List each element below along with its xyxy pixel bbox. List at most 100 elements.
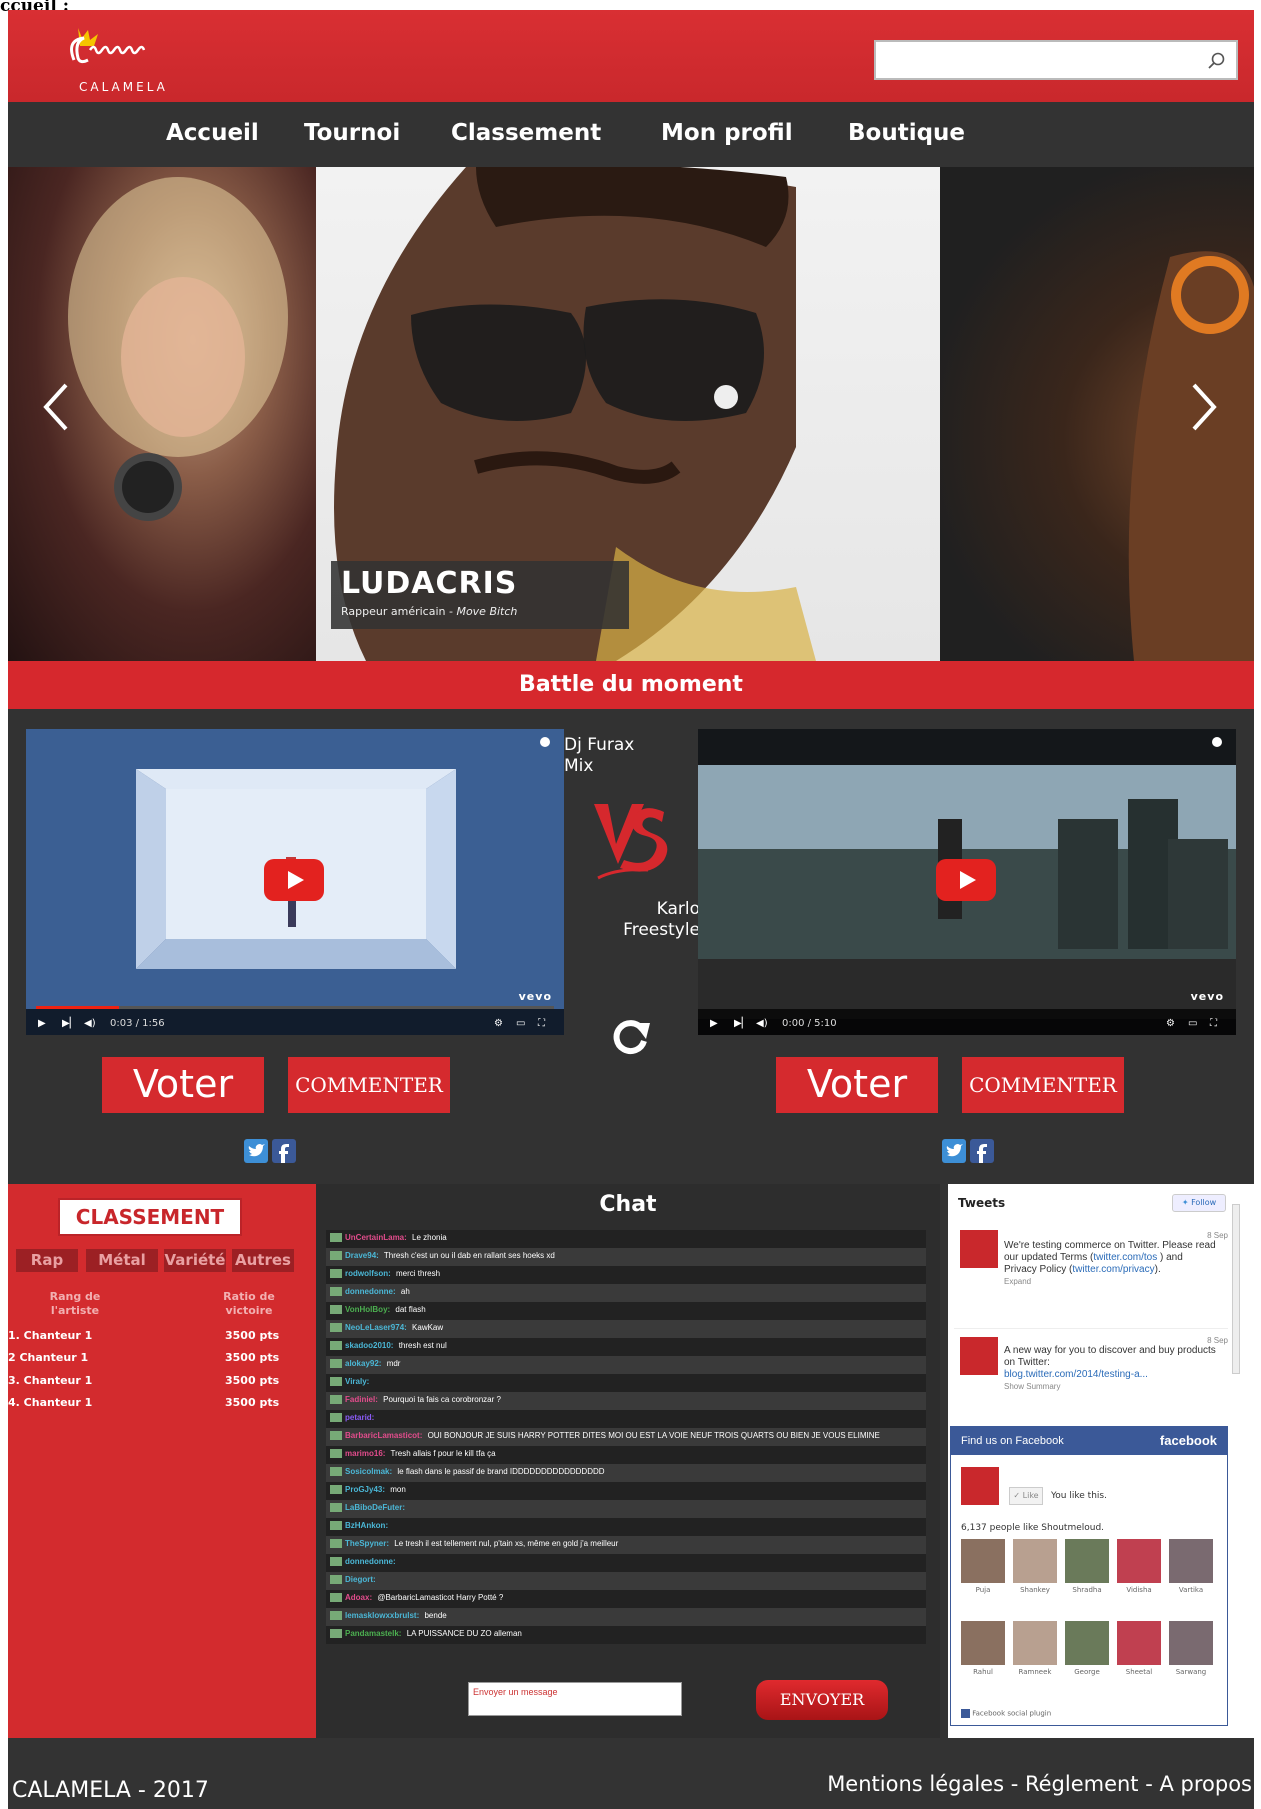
chat-message: marimo16: Tresh allais f pour le kill tf…	[326, 1446, 926, 1464]
link-mentions-legales[interactable]: Mentions légales	[827, 1772, 1004, 1796]
tweet-link[interactable]: twitter.com/tos	[1093, 1252, 1157, 1263]
chat-username[interactable]: Sosicolmak:	[345, 1467, 392, 1476]
chat-username[interactable]: petarid:	[345, 1413, 374, 1422]
tab-rap[interactable]: Rap	[16, 1249, 78, 1272]
info-icon[interactable]	[540, 737, 550, 747]
skip-icon[interactable]: ▶▏	[734, 1018, 749, 1029]
settings-icon[interactable]: ⚙	[494, 1018, 503, 1029]
chat-message-input[interactable]: Envoyer un message	[468, 1682, 682, 1716]
twitter-icon[interactable]	[244, 1139, 268, 1163]
chat-username[interactable]: alokay92:	[345, 1359, 381, 1368]
fullscreen-icon[interactable]: ⛶	[538, 1018, 545, 1029]
play-button[interactable]	[936, 859, 996, 901]
play-button[interactable]	[264, 859, 324, 901]
chat-messages[interactable]: UnCertainLama: Le zhonia Drave94: Thresh …	[326, 1230, 926, 1644]
chat-username[interactable]: Viraly:	[345, 1377, 369, 1386]
volume-icon[interactable]: ◀)	[756, 1018, 768, 1029]
refresh-icon[interactable]	[608, 1015, 652, 1059]
facebook-fan-avatar[interactable]	[1065, 1539, 1109, 1583]
tweet-text: We're testing commerce on Twitter. Pleas…	[1004, 1240, 1216, 1288]
theater-icon[interactable]: ▭	[1188, 1018, 1197, 1029]
tweet[interactable]: 8 Sep A new way for you to discover and …	[954, 1328, 1228, 1398]
tweet-expand[interactable]: Expand	[1004, 1276, 1216, 1288]
skip-icon[interactable]: ▶▏	[62, 1018, 77, 1029]
nav-boutique[interactable]: Boutique	[848, 120, 965, 146]
like-button[interactable]: ✓ Like	[1009, 1487, 1043, 1505]
tweet-link[interactable]: blog.twitter.com/2014/testing-a...	[1004, 1369, 1148, 1380]
link-a-propos[interactable]: A propos	[1159, 1772, 1252, 1796]
chat-username[interactable]: marimo16:	[345, 1449, 385, 1458]
chat-message: BzHAnkon:	[326, 1518, 926, 1536]
chat-username[interactable]: BarbaricLamasticot:	[345, 1431, 422, 1440]
facebook-fan-avatar[interactable]	[1013, 1621, 1057, 1665]
facebook-fan-avatar[interactable]	[961, 1539, 1005, 1583]
play-icon[interactable]: ▶	[38, 1018, 46, 1029]
logo[interactable]: CALAMELA	[60, 20, 180, 98]
follow-button[interactable]: ✦ Follow	[1172, 1194, 1226, 1212]
video-right[interactable]: vevo ▶ ▶▏ ◀) 0:00 / 5:10 ⚙ ▭ ⛶	[698, 729, 1236, 1035]
facebook-fan-avatar[interactable]	[1169, 1621, 1213, 1665]
nav-tournoi[interactable]: Tournoi	[304, 120, 400, 146]
chat-username[interactable]: Pandamastelk:	[345, 1629, 401, 1638]
search-input[interactable]	[874, 40, 1238, 80]
send-button[interactable]: ENVOYER	[756, 1680, 888, 1720]
chat-username[interactable]: skadoo2010:	[345, 1341, 393, 1350]
facebook-fan-avatar[interactable]	[1013, 1539, 1057, 1583]
facebook-fan-name: Sarwang	[1175, 1668, 1207, 1676]
nav-accueil[interactable]: Accueil	[166, 120, 259, 146]
nav-mon-profil[interactable]: Mon profil	[661, 120, 793, 146]
chat-username[interactable]: donnedonne:	[345, 1557, 396, 1566]
chevron-right-icon[interactable]	[1184, 377, 1224, 437]
settings-icon[interactable]: ⚙	[1166, 1018, 1175, 1029]
tab-metal[interactable]: Métal	[86, 1249, 158, 1272]
chat-username[interactable]: NeoLeLaser974:	[345, 1323, 407, 1332]
tweet[interactable]: 8 Sep We're testing commerce on Twitter.…	[954, 1230, 1228, 1320]
battle-section: vevo ▶ ▶▏ ◀) 0:03 / 1:56 ⚙ ▭ ⛶ Dj Furax …	[8, 709, 1254, 1184]
facebook-fan-avatar[interactable]	[1117, 1621, 1161, 1665]
chevron-left-icon[interactable]	[36, 377, 76, 437]
video-time: 0:03 / 1:56	[110, 1018, 165, 1029]
volume-icon[interactable]: ◀)	[84, 1018, 96, 1029]
tweets-scrollbar[interactable]	[1232, 1204, 1240, 1374]
play-icon[interactable]: ▶	[710, 1018, 718, 1029]
facebook-fan-avatar[interactable]	[1117, 1539, 1161, 1583]
chat-username[interactable]: TheSpyner:	[345, 1539, 389, 1548]
facebook-fan-avatar[interactable]	[961, 1621, 1005, 1665]
comment-right-button[interactable]: COMMENTER	[962, 1057, 1124, 1113]
chat-username[interactable]: Drave94:	[345, 1251, 379, 1260]
facebook-icon[interactable]	[272, 1139, 296, 1163]
theater-icon[interactable]: ▭	[516, 1018, 525, 1029]
video-left[interactable]: vevo ▶ ▶▏ ◀) 0:03 / 1:56 ⚙ ▭ ⛶	[26, 729, 564, 1035]
facebook-fan-avatar[interactable]	[1169, 1539, 1213, 1583]
chat-username[interactable]: VonHolBoy:	[345, 1305, 390, 1314]
search-icon[interactable]	[1206, 51, 1226, 71]
comment-left-button[interactable]: COMMENTER	[288, 1057, 450, 1113]
tweet-link[interactable]: twitter.com/privacy	[1072, 1264, 1154, 1275]
ranking-title[interactable]: CLASSEMENT	[58, 1198, 242, 1236]
chat-username[interactable]: Fadiniel:	[345, 1395, 378, 1404]
chat-username[interactable]: donnedonne:	[345, 1287, 396, 1296]
info-icon[interactable]	[1212, 737, 1222, 747]
tweet-summary[interactable]: Show Summary	[1004, 1381, 1216, 1393]
tab-variete[interactable]: Variété	[164, 1249, 226, 1272]
chat-username[interactable]: Diegort:	[345, 1575, 376, 1584]
twitter-icon[interactable]	[942, 1139, 966, 1163]
chat-username[interactable]: BzHAnkon:	[345, 1521, 388, 1530]
chat-username[interactable]: lemasklowxxbrulst:	[345, 1611, 419, 1620]
chat-username[interactable]: UnCertainLama:	[345, 1233, 407, 1242]
fullscreen-icon[interactable]: ⛶	[1210, 1018, 1217, 1029]
nav-classement[interactable]: Classement	[451, 120, 601, 146]
chat-username[interactable]: Adoax:	[345, 1593, 372, 1602]
vote-right-button[interactable]: Voter	[776, 1057, 938, 1113]
link-reglement[interactable]: Réglement	[1025, 1772, 1139, 1796]
carousel-slide-current[interactable]: LUDACRIS Rappeur américain - Move Bitch	[316, 167, 940, 661]
vote-left-button[interactable]: Voter	[102, 1057, 264, 1113]
chat-username[interactable]: LaBiboDeFuter:	[345, 1503, 405, 1512]
tab-autres[interactable]: Autres	[232, 1249, 294, 1272]
facebook-icon[interactable]	[970, 1139, 994, 1163]
facebook-fan-avatar[interactable]	[1065, 1621, 1109, 1665]
chat-username[interactable]: ProGJy43:	[345, 1485, 385, 1494]
user-badge-icon	[330, 1431, 342, 1441]
chat-message: TheSpyner: Le tresh il est tellement nul…	[326, 1536, 926, 1554]
chat-username[interactable]: rodwolfson:	[345, 1269, 391, 1278]
